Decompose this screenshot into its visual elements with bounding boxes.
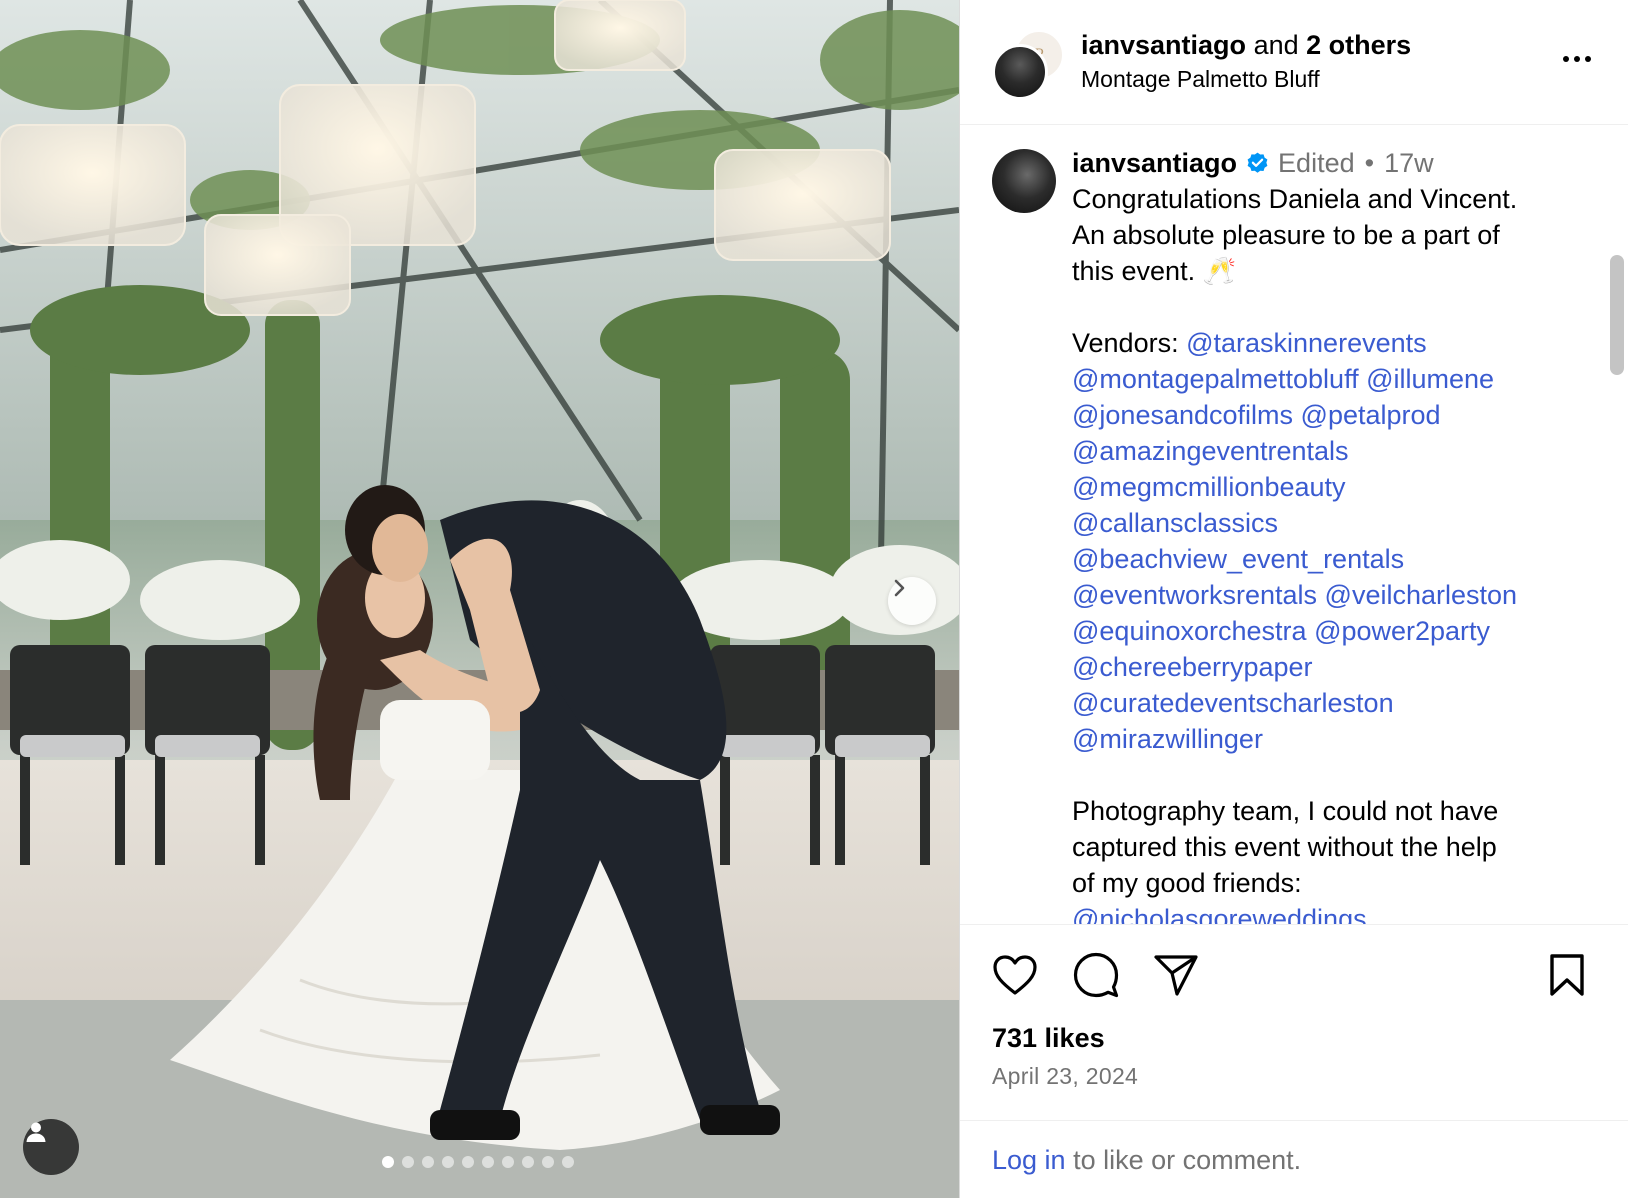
vendor-line: @chereeberrypaper — [1072, 649, 1572, 685]
mention-link[interactable]: @veilcharleston — [1325, 580, 1518, 610]
caption-scroll-area[interactable]: ianvsantiago Edited • 17w Congratulation… — [960, 125, 1628, 925]
vendor-line: @amazingeventrentals — [1072, 433, 1572, 469]
post-sidebar: P ianvsantiago and 2 others Montage Palm… — [959, 0, 1628, 1198]
more-icon — [1563, 56, 1591, 62]
author-avatar[interactable] — [992, 44, 1048, 100]
meta-separator: • — [1364, 148, 1375, 178]
vendor-line: @curatedeventscharleston — [1072, 685, 1572, 721]
mention-link[interactable]: @beachview_event_rentals — [1072, 544, 1404, 574]
mention-link[interactable]: @montagepalmettobluff — [1072, 364, 1359, 394]
mention-link[interactable]: @nicholasgoreweddings — [1072, 904, 1367, 924]
post-age[interactable]: 17w — [1384, 145, 1434, 181]
vendor-line: @equinoxorchestra @power2party — [1072, 613, 1572, 649]
vendor-line: @beachview_event_rentals — [1072, 541, 1572, 577]
mention-link[interactable]: @jonesandcofilms — [1072, 400, 1293, 430]
login-prompt: Log in to like or comment. — [960, 1120, 1628, 1198]
carousel-dot — [442, 1156, 454, 1168]
carousel-dot — [402, 1156, 414, 1168]
mention-link[interactable]: @equinoxorchestra — [1072, 616, 1307, 646]
mention-link[interactable]: @amazingeventrentals — [1072, 436, 1349, 466]
likes-count[interactable]: 731 likes — [992, 1023, 1105, 1054]
mention-link[interactable]: @mirazwillinger — [1072, 724, 1263, 754]
mention-link[interactable]: @eventworksrentals — [1072, 580, 1317, 610]
carousel-dot — [382, 1156, 394, 1168]
caption-body: ianvsantiago Edited • 17w Congratulation… — [1072, 145, 1572, 924]
login-link[interactable]: Log in — [992, 1145, 1066, 1175]
caption-line: of my good friends: — [1072, 868, 1302, 898]
mention-link[interactable]: @curatedeventscharleston — [1072, 688, 1394, 718]
header-others-link[interactable]: 2 others — [1306, 30, 1411, 60]
vendor-line: @callansclassics — [1072, 505, 1572, 541]
carousel-dot — [562, 1156, 574, 1168]
header-username-link[interactable]: ianvsantiago — [1081, 30, 1246, 60]
vendor-line: @montagepalmettobluff @illumene — [1072, 361, 1572, 397]
carousel-dot — [502, 1156, 514, 1168]
vendor-line: @mirazwillinger — [1072, 721, 1572, 757]
verified-badge-icon — [1247, 152, 1268, 173]
carousel-next-button[interactable] — [888, 577, 936, 625]
mention-link[interactable]: @taraskinnerevents — [1186, 328, 1427, 358]
like-button[interactable] — [990, 950, 1040, 1000]
vendors-label: Vendors: — [1072, 328, 1179, 358]
vendor-line: @nicholasgoreweddings — [1072, 901, 1572, 924]
mention-link[interactable]: @megmcmillionbeauty — [1072, 472, 1346, 502]
mention-link[interactable]: @illumene — [1366, 364, 1494, 394]
post-photo[interactable] — [0, 0, 959, 1198]
header-and-text: and — [1253, 30, 1299, 60]
collab-avatars[interactable]: P — [992, 30, 1064, 100]
post-header: P ianvsantiago and 2 others Montage Palm… — [960, 0, 1628, 125]
comment-icon — [1073, 952, 1119, 998]
post-date: April 23, 2024 — [992, 1063, 1139, 1089]
carousel-dot — [542, 1156, 554, 1168]
caption-line: Photography team, I could not have — [1072, 796, 1499, 826]
carousel-indicator — [382, 1156, 574, 1168]
caption-line: Congratulations Daniela and Vincent. — [1072, 184, 1518, 214]
carousel-dot — [482, 1156, 494, 1168]
carousel-dot — [422, 1156, 434, 1168]
header-location-link[interactable]: Montage Palmetto Bluff — [1081, 66, 1320, 93]
save-button[interactable] — [1542, 950, 1592, 1000]
login-prompt-text: Log in to like or comment. — [992, 1145, 1301, 1176]
chevron-right-icon — [894, 579, 905, 597]
tagged-people-button[interactable] — [23, 1119, 79, 1175]
edited-label: Edited — [1278, 148, 1355, 178]
post-actions — [960, 950, 1628, 1010]
caption-line: captured this event without the help — [1072, 832, 1497, 862]
mention-link[interactable]: @power2party — [1314, 616, 1490, 646]
bookmark-icon — [1550, 954, 1584, 996]
caption-scrollbar[interactable] — [1610, 255, 1624, 375]
share-button[interactable] — [1151, 950, 1201, 1000]
caption-line: An absolute pleasure to be a part of — [1072, 220, 1500, 250]
heart-icon — [993, 955, 1037, 995]
caption-line: this event. 🥂 — [1072, 256, 1237, 286]
vendor-line: @megmcmillionbeauty — [1072, 469, 1572, 505]
mention-link[interactable]: @chereeberrypaper — [1072, 652, 1313, 682]
more-options-button[interactable] — [1554, 44, 1600, 74]
vendors-line: Vendors: @taraskinnerevents — [1072, 325, 1572, 361]
caption-author-avatar[interactable] — [992, 149, 1056, 213]
mention-link[interactable]: @petalprod — [1301, 400, 1441, 430]
share-icon — [1154, 955, 1198, 996]
carousel-dot — [462, 1156, 474, 1168]
header-usernames: ianvsantiago and 2 others — [1081, 30, 1411, 61]
caption-text: Congratulations Daniela and Vincent. An … — [1072, 181, 1572, 924]
login-rest-text: to like or comment. — [1065, 1145, 1302, 1175]
carousel-dot — [522, 1156, 534, 1168]
wedding-photo-illustration — [0, 0, 959, 1198]
comment-button[interactable] — [1071, 950, 1121, 1000]
vendor-line: @eventworksrentals @veilcharleston — [1072, 577, 1572, 613]
caption-header: ianvsantiago Edited • 17w — [1072, 145, 1572, 181]
vendor-line: @jonesandcofilms @petalprod — [1072, 397, 1572, 433]
person-icon — [26, 1122, 46, 1142]
caption-username-link[interactable]: ianvsantiago — [1072, 145, 1237, 181]
mention-link[interactable]: @callansclassics — [1072, 508, 1278, 538]
